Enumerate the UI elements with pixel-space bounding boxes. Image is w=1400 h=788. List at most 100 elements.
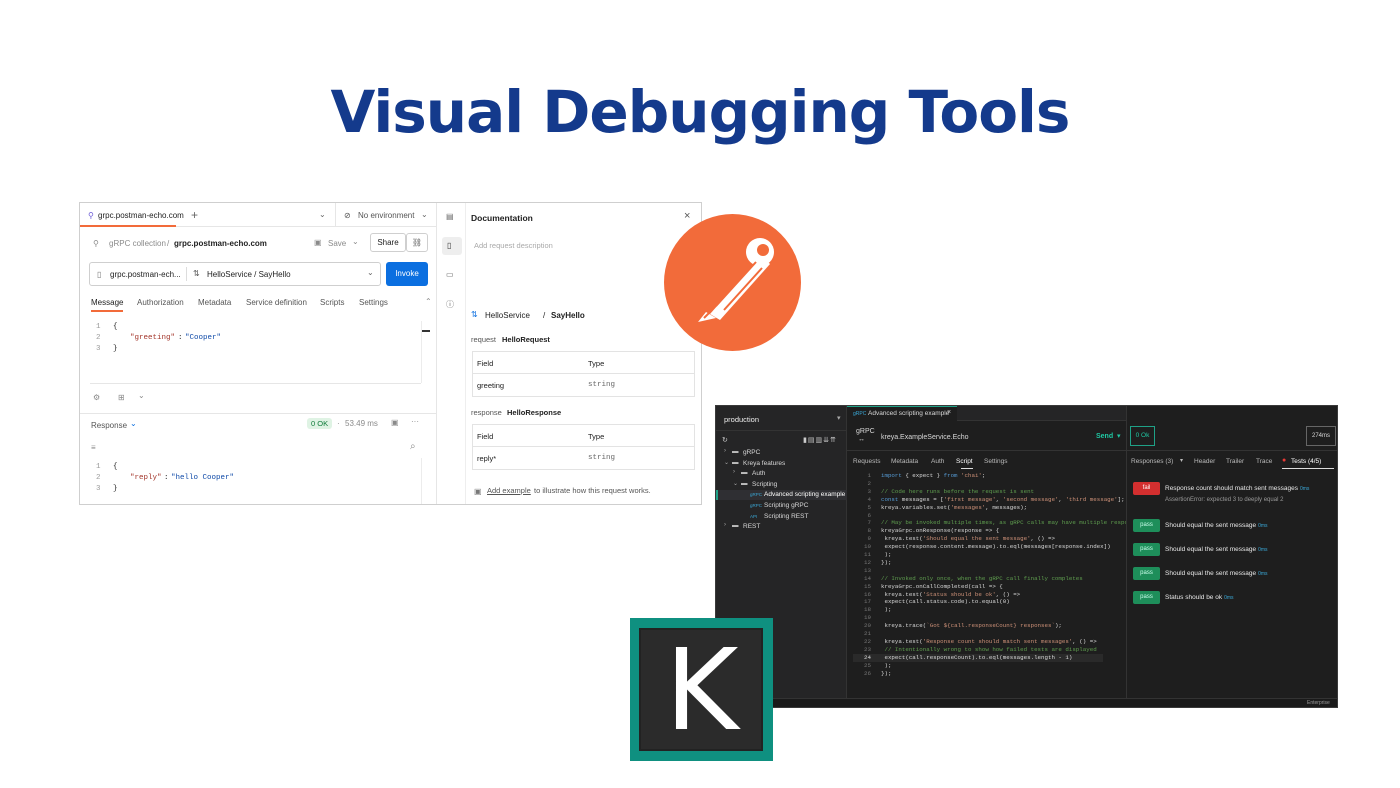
postman-logo [664,214,801,351]
invoke-button[interactable]: Invoke [386,262,428,286]
tab-requests[interactable]: Requests [853,458,880,465]
tab-settings[interactable]: Settings [984,458,1008,465]
tree-item-label: Kreya features [743,459,786,467]
url-bar[interactable]: ▯ grpc.postman-ech... ⇅ HelloService / S… [89,262,381,286]
environment-chevron-icon[interactable]: ⌄ [421,210,428,219]
tab-message[interactable]: Message [91,298,123,307]
test-result[interactable]: fail Response count should match sent mes… [1127,482,1337,503]
template-chevron-icon[interactable]: ⌄ [138,391,145,400]
tree-item[interactable]: › ▬ Auth [716,469,847,479]
tab-auth[interactable]: Auth [931,458,944,465]
new-tab-icon[interactable]: + [191,208,198,222]
code-line: 22 kreya.test('Response count should mat… [853,638,1097,646]
script-editor[interactable]: 1 import { expect } from 'chai'; 2 3 // Code… [853,472,1142,686]
chat-icon[interactable]: ▭ [446,270,454,279]
chevron-right-icon[interactable]: › [724,448,726,454]
chevron-down-icon[interactable]: ⌄ [724,459,729,466]
search-icon[interactable]: ⌕ [410,441,416,452]
response-time: 53.49 ms [345,419,378,428]
message-editor[interactable]: 1 { 2 "greeting" : "Cooper" 3 } [80,321,423,383]
field-name: greeting [477,381,505,390]
tree-item[interactable]: API Scripting REST [716,512,847,522]
tab-settings[interactable]: Settings [359,298,388,307]
chevron-down-icon[interactable]: ⌄ [733,480,738,487]
project-chevron-icon[interactable]: ▾ [837,414,841,422]
tree-item-label: REST [743,523,761,531]
tab-scripts[interactable]: Scripts [320,298,344,307]
add-example-link[interactable]: Add example [487,486,531,495]
tab-trailer[interactable]: Trailer [1226,458,1244,465]
tab-metadata[interactable]: Metadata [891,458,918,465]
save-chevron-icon[interactable]: ⌄ [352,237,359,246]
request-type: HelloRequest [502,335,550,344]
response-view-icon[interactable]: ▣ [391,418,399,427]
response-chevron-icon[interactable]: ⌄ [130,419,137,428]
postman-request-tab[interactable]: ⚲ grpc.postman-echo.com [80,203,184,227]
tree-item[interactable]: ⌄ ▬ Kreya features [716,459,847,469]
comments-icon[interactable]: ▤ [446,212,454,221]
tab-script[interactable]: Script [956,458,973,465]
save-button[interactable]: Save [328,239,346,248]
code-line: 1 import { expect } from 'chai'; [853,472,986,480]
chevron-right-icon[interactable]: › [724,522,726,528]
tree-toolbar-icons[interactable]: ▮▤▥⇊⇈ [803,436,837,444]
description-input[interactable]: Add request description [474,241,553,250]
folder-icon: ▬ [741,479,748,487]
environment-select[interactable]: No environment [358,211,414,220]
active-indicator [716,490,718,501]
tab-trace[interactable]: Trace [1256,458,1272,465]
send-chevron-icon[interactable]: ▾ [1117,432,1121,440]
tree-item[interactable]: gRPC Advanced scripting example [716,490,847,501]
test-result[interactable]: pass Status should be ok 0ms [1127,591,1337,611]
info-icon[interactable]: ⓘ [446,299,454,310]
code-text: ); [881,551,892,558]
active-tab-indicator [1282,468,1334,469]
link-icon[interactable]: ⛓ [406,233,428,252]
test-result[interactable]: pass Should equal the sent message 0ms [1127,567,1337,587]
request-tab[interactable]: gRPC Advanced scripting example × [847,406,957,421]
endpoint-select[interactable]: kreya.ExampleService.Echo [881,434,969,441]
tab-responses[interactable]: Responses (3) [1131,458,1173,465]
responses-chevron-icon[interactable]: ▾ [1180,457,1183,464]
status-badge: 0 OK [307,418,333,429]
kreya-response-pane: 0 Ok 274ms Responses (3) ▾ Header Trailer Tr… [1126,406,1337,698]
wrap-icon[interactable]: ≡ [91,443,96,452]
response-label[interactable]: Response [91,421,127,430]
breadcrumb-collection[interactable]: gRPC collection [109,239,166,248]
tree-item[interactable]: › ▬ REST [716,522,847,532]
tab-authorization[interactable]: Authorization [137,298,184,307]
beautify-icon[interactable]: ⚙ [93,393,100,402]
method-select[interactable]: HelloService / SayHello [207,270,291,279]
table-row: reply* string [473,447,694,469]
send-button[interactable]: Send [1096,433,1113,440]
url-input[interactable]: grpc.postman-ech... [110,270,181,279]
chevron-down-icon[interactable]: ⌄ [319,210,326,219]
share-button[interactable]: Share [370,233,406,252]
line-number: 10 [864,543,871,551]
collapse-icon[interactable]: ⌃ [425,297,432,306]
bidirectional-icon: ↔ [858,436,865,443]
documentation-icon[interactable]: ▯ [447,241,451,250]
more-icon[interactable]: ··· [411,417,419,426]
close-tab-icon[interactable]: × [947,409,951,416]
project-header[interactable]: production ▾ [716,406,847,431]
line-number: 11 [864,551,871,558]
tab-service-definition[interactable]: Service definition [246,298,307,307]
tree-item[interactable]: ⌄ ▬ Scripting [716,480,847,490]
line-number: 1 [96,323,101,331]
tab-metadata[interactable]: Metadata [198,298,231,307]
test-result[interactable]: pass Should equal the sent message 0ms [1127,543,1337,563]
template-icon[interactable]: ⊞ [118,393,125,402]
line-number: 26 [864,669,871,677]
method-chevron-icon[interactable]: ⌄ [367,268,374,277]
chevron-right-icon[interactable]: › [733,469,735,475]
tree-item[interactable]: › ▬ gRPC [716,448,847,458]
code-line: 15 kreyaGrpc.onCallCompleted(call => { [853,583,1003,591]
test-result[interactable]: pass Should equal the sent message 0ms [1127,519,1337,539]
tab-tests[interactable]: Tests (4/5) [1291,458,1321,465]
tab-header[interactable]: Header [1194,458,1215,465]
refresh-icon[interactable]: ↻ [722,436,728,444]
line-number: 18 [864,606,871,614]
tree-item[interactable]: gRPC Scripting gRPC [716,501,847,511]
divider [847,450,1126,451]
